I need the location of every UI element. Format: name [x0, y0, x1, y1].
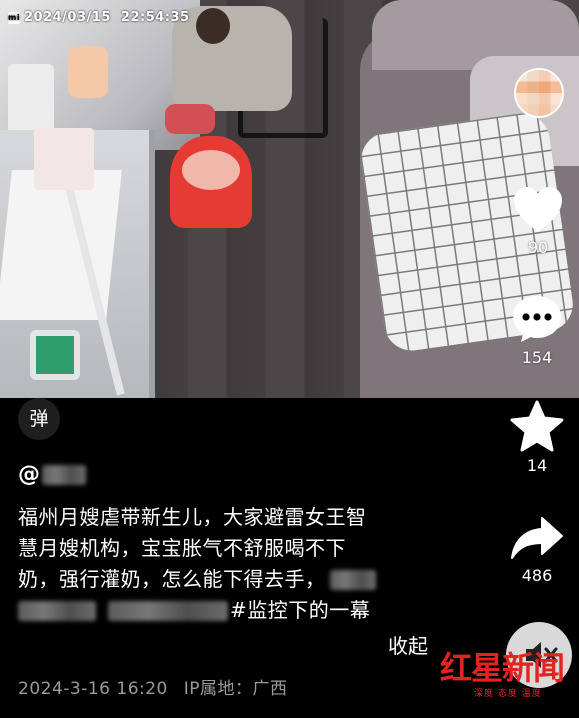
- baby-bottle: [68, 46, 108, 98]
- author-name-blurred: [42, 464, 86, 485]
- caption-line-3: 奶，强行灌奶，怎么能下得去手，: [18, 564, 438, 595]
- redacted-text: [18, 600, 96, 621]
- timestamp-text: 2024/03/15 22:54:35: [24, 10, 190, 25]
- video-caption: 福州月嫂虐带新生儿，大家避雷女王智 慧月嫂机构，宝宝胀气不舒服喝不下 奶，强行灌…: [18, 502, 438, 626]
- camera-timestamp: mi 2024/03/15 22:54:35: [8, 10, 190, 25]
- towel: [34, 128, 94, 190]
- star-icon: [510, 400, 564, 452]
- author-handle[interactable]: @: [18, 462, 86, 487]
- bucket-contents: [182, 150, 240, 190]
- nanny-figure: [172, 6, 292, 111]
- camera-logo: mi: [8, 11, 21, 24]
- danmu-toggle-button[interactable]: 弹: [18, 398, 60, 440]
- collapse-caption-button[interactable]: 收起: [388, 630, 428, 659]
- video-player[interactable]: mi 2024/03/15 22:54:35: [0, 0, 579, 398]
- like-count: 90: [527, 238, 549, 257]
- redacted-text: [108, 600, 228, 621]
- watermark-title: 红星新闻: [440, 649, 565, 687]
- watermark-slogan: 深度 态度 温度: [474, 689, 542, 699]
- caption-line-4: #监控下的一幕: [18, 595, 438, 626]
- caption-line-2: 慧月嫂机构，宝宝胀气不舒服喝不下: [18, 536, 346, 560]
- bottle-sterilizer: [8, 64, 54, 134]
- heart-icon: [514, 187, 562, 232]
- comment-bubble-icon: [513, 296, 561, 342]
- comment-count: 154: [521, 348, 553, 367]
- favorite-count: 14: [526, 456, 548, 475]
- slippers: [165, 104, 215, 134]
- ip-location: IP属地：广西: [183, 679, 288, 699]
- share-count: 486: [521, 566, 553, 585]
- share-button[interactable]: 486: [507, 516, 567, 585]
- like-button[interactable]: 90: [508, 186, 568, 257]
- news-watermark: 红星新闻 深度 态度 温度: [440, 650, 579, 718]
- author-avatar[interactable]: [514, 68, 564, 118]
- redacted-text: [329, 569, 376, 590]
- share-arrow-icon: [511, 517, 563, 559]
- favorite-button[interactable]: 14: [507, 400, 567, 475]
- crib-sheet: [0, 170, 122, 320]
- caption-line-1: 福州月嫂虐带新生儿，大家避雷女王智: [18, 505, 367, 529]
- author-at-sign: @: [18, 462, 40, 487]
- diaper-bag: [30, 330, 80, 380]
- post-date: 2024-3-16 16:20: [18, 679, 168, 699]
- caption-line-3-text: 奶，强行灌奶，怎么能下得去手，: [18, 567, 326, 591]
- head: [196, 8, 230, 44]
- hashtag-link[interactable]: #监控下的一幕: [230, 595, 370, 626]
- post-meta: 2024-3-16 16:20 IP属地：广西: [18, 674, 288, 699]
- comment-button[interactable]: 154: [507, 294, 567, 367]
